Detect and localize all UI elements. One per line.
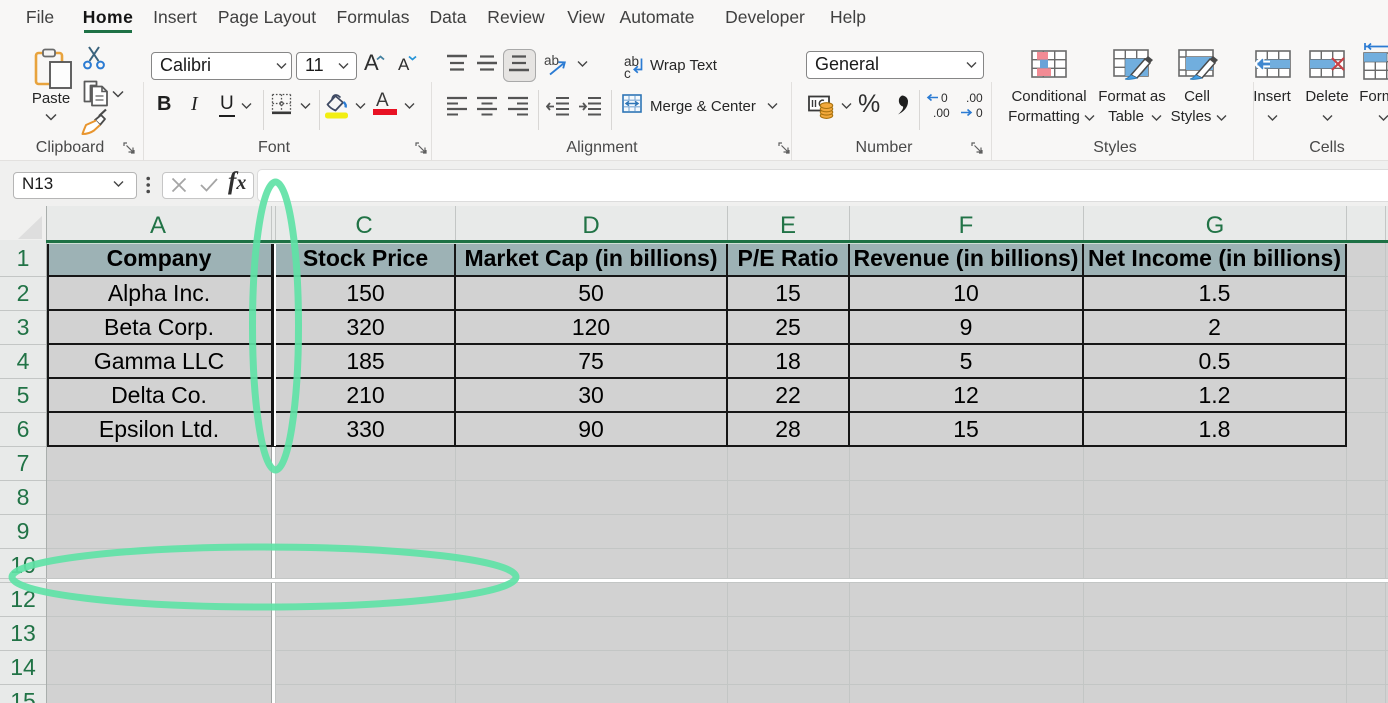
svg-text:.00: .00	[966, 91, 983, 105]
svg-text:.00: .00	[933, 106, 950, 120]
svg-text:c: c	[624, 66, 631, 81]
svg-text:ab: ab	[544, 53, 559, 68]
svg-text:0: 0	[941, 91, 948, 105]
svg-text:0: 0	[976, 106, 983, 120]
